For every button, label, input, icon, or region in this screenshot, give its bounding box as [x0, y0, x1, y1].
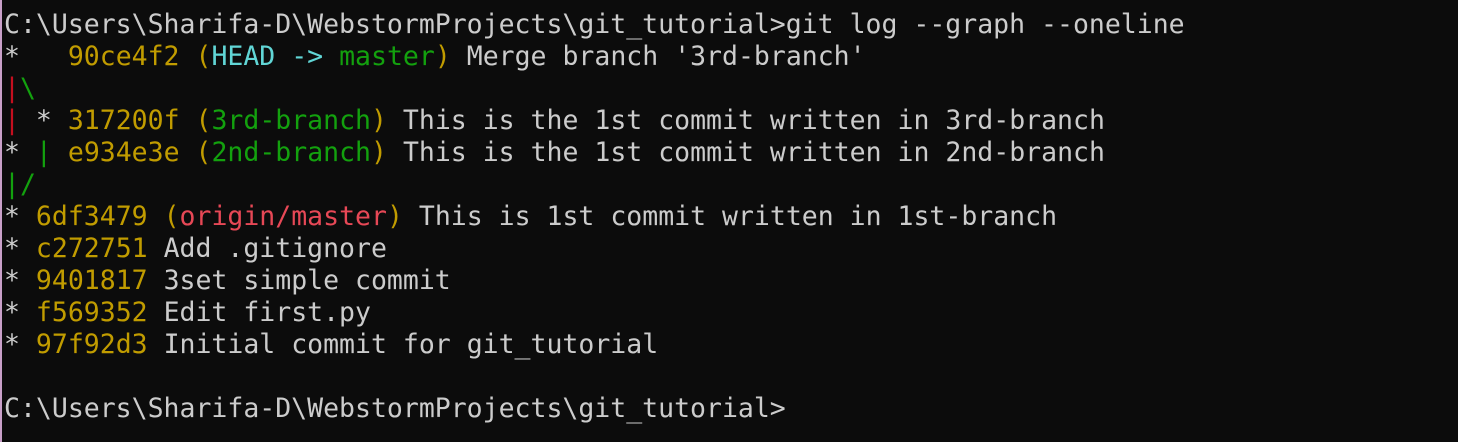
terminal-text-segment: C:\Users\Sharifa-D\WebstormProjects\git_…	[4, 393, 786, 424]
terminal-line: * 97f92d3 Initial commit for git_tutoria…	[4, 329, 1458, 361]
terminal-text-segment: (	[179, 41, 212, 72]
terminal-text-segment: 90ce4f2	[67, 41, 180, 72]
terminal-line: C:\Users\Sharifa-D\WebstormProjects\git_…	[4, 9, 1458, 41]
terminal-text-segment: e934e3e	[67, 137, 180, 168]
terminal-line: | * 317200f (3rd-branch) This is the 1st…	[4, 105, 1458, 137]
terminal-text-segment: (	[179, 137, 212, 168]
terminal-text-segment: Add .gitignore	[147, 233, 387, 264]
terminal-text-segment: Merge branch '3rd-branch'	[450, 41, 866, 72]
terminal-text-segment: c272751	[35, 233, 148, 264]
terminal-text-segment: Initial commit for git_tutorial	[147, 329, 659, 360]
terminal-text-segment: |	[35, 137, 52, 168]
terminal-line: * c272751 Add .gitignore	[4, 233, 1458, 265]
terminal-text-segment: )	[371, 105, 387, 136]
terminal-text-segment: \	[19, 73, 36, 104]
terminal-text-segment: 3set simple commit	[147, 265, 451, 296]
terminal-text-segment: This is the 1st commit written in 2nd-br…	[386, 137, 1105, 168]
terminal-text-segment: master	[339, 41, 435, 72]
terminal-line: * 9401817 3set simple commit	[4, 265, 1458, 297]
terminal-text-segment: This is the 1st commit written in 3rd-br…	[386, 105, 1105, 136]
terminal-text-segment: C:\Users\Sharifa-D\WebstormProjects\git_…	[4, 9, 1185, 40]
terminal-text-segment: HEAD ->	[211, 41, 340, 72]
terminal-text-segment: *	[4, 297, 36, 328]
terminal-text-segment: (	[147, 201, 180, 232]
terminal-text-segment: 2nd-branch	[211, 137, 372, 168]
terminal-text-segment: *	[4, 329, 36, 360]
terminal-line: * | e934e3e (2nd-branch) This is the 1st…	[4, 137, 1458, 169]
terminal-text-segment: 9401817	[35, 265, 148, 296]
terminal-text-segment: )	[386, 201, 403, 232]
terminal-text-segment: origin/master	[179, 201, 387, 232]
terminal-text-segment: f569352	[35, 297, 148, 328]
terminal-text-segment: |	[4, 73, 20, 104]
terminal-text-segment: (	[179, 105, 212, 136]
terminal-text-segment: |/	[4, 169, 36, 200]
terminal-text-segment: )	[371, 137, 387, 168]
terminal-line: * f569352 Edit first.py	[4, 297, 1458, 329]
terminal-text-segment: This is 1st commit written in 1st-branch	[402, 201, 1058, 232]
terminal-text-segment: Edit first.py	[147, 297, 371, 328]
terminal-line: |\	[4, 73, 1458, 105]
terminal-text-segment: *	[4, 233, 36, 264]
terminal-line: |/	[4, 169, 1458, 201]
terminal-text-segment: *	[4, 41, 68, 72]
terminal-text-segment: *	[4, 201, 36, 232]
terminal-line: * 6df3479 (origin/master) This is 1st co…	[4, 201, 1458, 233]
terminal-line: * 90ce4f2 (HEAD -> master) Merge branch …	[4, 41, 1458, 73]
terminal-text-segment: *	[4, 137, 36, 168]
terminal-text-segment: 317200f	[67, 105, 180, 136]
terminal-window[interactable]: C:\Users\Sharifa-D\WebstormProjects\git_…	[0, 0, 1458, 442]
terminal-text-segment: *	[19, 105, 68, 136]
terminal-text-segment: 3rd-branch	[211, 105, 371, 136]
terminal-text-segment: |	[4, 105, 20, 136]
terminal-text-segment: 97f92d3	[35, 329, 148, 360]
command-prompt-line: C:\Users\Sharifa-D\WebstormProjects\git_…	[4, 393, 1458, 425]
terminal-output: C:\Users\Sharifa-D\WebstormProjects\git_…	[4, 9, 1458, 425]
terminal-text-segment: *	[4, 265, 36, 296]
terminal-text-segment: )	[434, 41, 451, 72]
terminal-text-segment: 6df3479	[35, 201, 148, 232]
